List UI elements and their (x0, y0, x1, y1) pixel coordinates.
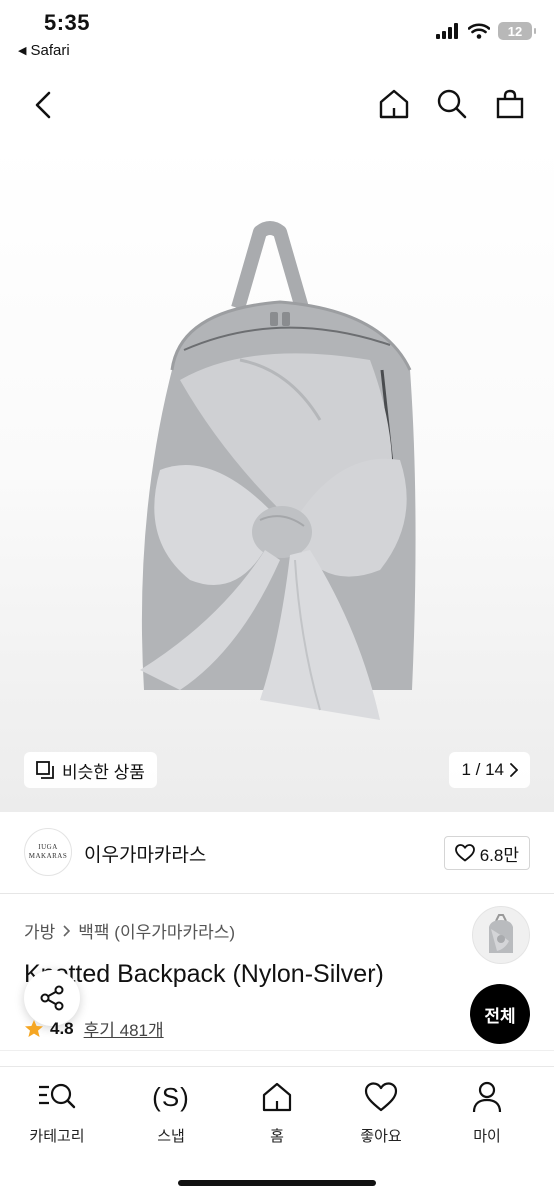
tab-category-label: 카테고리 (29, 1128, 85, 1145)
back-app-label: Safari (30, 42, 70, 59)
heart-icon (454, 844, 475, 862)
product-image-carousel[interactable]: 비슷한 상품 1 / 14 (0, 140, 554, 812)
search-icon (437, 89, 467, 119)
similar-items-icon (36, 761, 54, 779)
brand-logo-line1: IUGA (38, 843, 58, 851)
home-button[interactable] (376, 86, 412, 122)
reviews-link[interactable]: 후기 481개 (84, 1016, 164, 1041)
pager-text: 1 / 14 (461, 760, 504, 779)
battery-icon: 12 (498, 22, 536, 40)
brand-row[interactable]: IUGA MAKARAS 이우가마카라스 6.8만 (0, 812, 554, 894)
brand-logo-line2: MAKARAS (28, 852, 68, 860)
shopping-bag-icon (496, 89, 524, 119)
tab-likes[interactable]: 좋아요 (326, 1077, 436, 1146)
search-button[interactable] (434, 86, 470, 122)
wifi-icon (468, 23, 490, 39)
product-title: Knotted Backpack (Nylon-Silver) (24, 960, 384, 988)
product-thumbnail[interactable] (472, 906, 530, 964)
tab-my-label: 마이 (473, 1128, 501, 1145)
status-icons: 12 (436, 22, 536, 40)
rating-value: 4.8 (50, 1018, 74, 1038)
image-pager[interactable]: 1 / 14 (449, 752, 530, 788)
product-image (140, 221, 416, 720)
tab-category[interactable]: 카테고리 (2, 1077, 112, 1146)
cart-button[interactable] (492, 86, 528, 122)
brand-name[interactable]: 이우가마카라스 (84, 840, 206, 867)
backpack-thumbnail-image (489, 914, 513, 953)
star-icon (25, 1019, 43, 1037)
brand-logo: IUGA MAKARAS (24, 828, 72, 876)
status-time: 5:35 (44, 10, 91, 35)
nav-bar (0, 70, 554, 140)
home-icon (262, 1082, 292, 1112)
signal-icon (436, 23, 458, 39)
tab-my[interactable]: 마이 (432, 1077, 542, 1146)
breadcrumb: 가방 백팩 (이우가마카라스) (24, 918, 235, 943)
brand-like-button[interactable]: 6.8만 (443, 836, 530, 870)
nav-actions (376, 86, 528, 122)
home-indicator (178, 1180, 376, 1186)
tab-home[interactable]: 홈 (222, 1077, 332, 1146)
heart-icon (364, 1082, 398, 1112)
home-icon (379, 89, 409, 119)
share-icon (40, 985, 64, 1011)
back-to-safari-link[interactable]: ◀ Safari (18, 42, 70, 59)
breadcrumb-subcategory[interactable]: 백팩 (이우가마카라스) (78, 918, 235, 943)
back-button[interactable] (28, 88, 58, 122)
status-bar: 5:35 ◀ Safari 12 (0, 0, 554, 70)
similar-products-label: 비슷한 상품 (62, 762, 145, 782)
snap-icon: (S) (152, 1081, 190, 1112)
breadcrumb-category[interactable]: 가방 (24, 918, 55, 943)
divider (0, 1050, 554, 1051)
category-search-icon (39, 1083, 76, 1109)
person-icon (472, 1081, 502, 1113)
tab-home-label: 홈 (270, 1128, 284, 1145)
view-all-button[interactable]: 전체 (470, 984, 530, 1044)
tab-snap[interactable]: (S) 스냅 (116, 1077, 226, 1146)
similar-products-button[interactable]: 비슷한 상품 (24, 752, 157, 788)
tab-snap-label: 스냅 (157, 1128, 185, 1145)
rating-row: 4.8 후기 481개 (24, 1016, 164, 1041)
brand-like-count: 6.8만 (479, 845, 519, 865)
back-triangle-icon: ◀ (18, 45, 27, 57)
back-chevron-icon (35, 91, 51, 119)
tab-likes-label: 좋아요 (360, 1128, 402, 1145)
chevron-right-icon (510, 763, 518, 777)
chevron-right-icon (63, 924, 71, 937)
